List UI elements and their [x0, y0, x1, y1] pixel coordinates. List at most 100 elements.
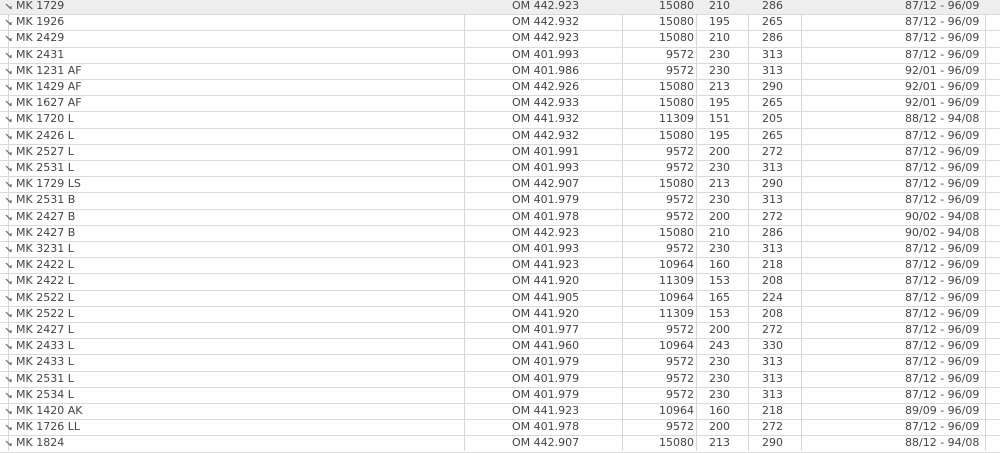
displacement-cell: 10964: [659, 339, 694, 353]
tree-branch-icon: [5, 376, 12, 383]
engine-code-cell: OM 442.926: [512, 80, 580, 93]
displacement-cell: 10964: [659, 258, 694, 272]
tree-branch-icon: [5, 295, 12, 302]
table-row[interactable]: MK 2426 L OM 442.932 15080 195 265 87/12 - 96…: [0, 128, 1000, 144]
tree-branch-icon: [5, 100, 12, 107]
table-row[interactable]: MK 1720 L OM 441.932 11309 151 205 88/12 - 94…: [0, 111, 1000, 127]
engine-code-cell: OM 401.979: [512, 355, 580, 369]
engine-code-cell: OM 401.993: [512, 242, 580, 255]
engine-code-cell: OM 442.923: [512, 0, 580, 12]
displacement-cell: 9572: [666, 144, 694, 158]
tree-branch-icon: [5, 3, 12, 10]
model-name-cell: MK 2531 L: [16, 371, 74, 385]
hp-cell: 286: [762, 31, 783, 45]
kw-cell: 230: [709, 47, 730, 61]
tree-branch-icon: [5, 181, 12, 188]
production-years-cell: 87/12 - 96/09: [905, 144, 980, 158]
table-row[interactable]: MK 2534 L OM 401.979 9572 230 313 87/12 - 96/…: [0, 387, 1000, 403]
engine-code-cell: OM 441.920: [512, 274, 580, 288]
tree-branch-icon: [5, 408, 12, 415]
kw-cell: 213: [709, 177, 730, 191]
displacement-cell: 9572: [666, 242, 694, 255]
kw-cell: 200: [709, 144, 730, 158]
production-years-cell: 87/12 - 96/09: [905, 193, 980, 207]
table-row[interactable]: MK 2427 L OM 401.977 9572 200 272 87/12 - 96/…: [0, 322, 1000, 338]
model-name-cell: MK 2522 L: [16, 290, 74, 304]
model-name-cell: MK 1720 L: [16, 112, 74, 126]
tree-branch-icon: [5, 133, 12, 140]
kw-cell: 151: [709, 112, 730, 126]
hp-cell: 290: [762, 80, 783, 93]
hp-cell: 330: [762, 339, 783, 353]
table-row[interactable]: MK 2427 B OM 442.923 15080 210 286 90/02 - 94…: [0, 225, 1000, 241]
tree-branch-icon: [5, 197, 12, 204]
production-years-cell: 87/12 - 96/09: [905, 15, 980, 29]
engine-code-cell: OM 401.978: [512, 209, 580, 223]
kw-cell: 200: [709, 209, 730, 223]
hp-cell: 313: [762, 63, 783, 77]
table-row[interactable]: MK 1726 LL OM 401.978 9572 200 272 87/12 - 96…: [0, 419, 1000, 435]
tree-branch-icon: [5, 68, 12, 75]
table-row[interactable]: MK 1729 OM 442.923 15080 210 286 87/12 - 96/0…: [0, 0, 1000, 14]
production-years-cell: 87/12 - 96/09: [905, 306, 980, 320]
kw-cell: 195: [709, 128, 730, 142]
model-name-cell: MK 3231 L: [16, 242, 74, 255]
hp-cell: 272: [762, 209, 783, 223]
hp-cell: 265: [762, 128, 783, 142]
tree-branch-icon: [5, 246, 12, 253]
engine-code-cell: OM 401.986: [512, 63, 580, 77]
displacement-cell: 15080: [659, 96, 694, 110]
hp-cell: 205: [762, 112, 783, 126]
engine-code-cell: OM 401.993: [512, 47, 580, 61]
table-row[interactable]: MK 3231 L OM 401.993 9572 230 313 87/12 - 96/…: [0, 241, 1000, 257]
engine-code-cell: OM 442.923: [512, 225, 580, 239]
table-row[interactable]: MK 2431 OM 401.993 9572 230 313 87/12 - 96/09: [0, 47, 1000, 63]
production-years-cell: 92/01 - 96/09: [905, 63, 980, 77]
table-row[interactable]: MK 1231 AF OM 401.986 9572 230 313 92/01 - 96…: [0, 63, 1000, 79]
model-name-cell: MK 2433 L: [16, 339, 74, 353]
kw-cell: 200: [709, 323, 730, 336]
displacement-cell: 9572: [666, 420, 694, 434]
displacement-cell: 9572: [666, 323, 694, 336]
production-years-cell: 92/01 - 96/09: [905, 80, 980, 93]
model-name-cell: MK 2431: [16, 47, 65, 61]
engine-code-cell: OM 442.932: [512, 128, 580, 142]
production-years-cell: 90/02 - 94/08: [905, 209, 980, 223]
table-row[interactable]: MK 1627 AF OM 442.933 15080 195 265 92/01 - 9…: [0, 95, 1000, 111]
table-row[interactable]: MK 1926 OM 442.932 15080 195 265 87/12 - 96/0…: [0, 14, 1000, 30]
table-row[interactable]: MK 1420 AK OM 441.923 10964 160 218 89/09 - 9…: [0, 403, 1000, 419]
kw-cell: 165: [709, 290, 730, 304]
table-row[interactable]: MK 2531 L OM 401.979 9572 230 313 87/12 - 96/…: [0, 371, 1000, 387]
kw-cell: 230: [709, 63, 730, 77]
tree-branch-icon: [5, 35, 12, 42]
table-row[interactable]: MK 2531 L OM 401.993 9572 230 313 87/12 - 96/…: [0, 160, 1000, 176]
engine-code-cell: OM 401.979: [512, 387, 580, 401]
production-years-cell: 87/12 - 96/09: [905, 242, 980, 255]
table-row[interactable]: MK 2422 L OM 441.923 10964 160 218 87/12 - 96…: [0, 257, 1000, 273]
table-row[interactable]: MK 2433 L OM 401.979 9572 230 313 87/12 - 96/…: [0, 354, 1000, 370]
table-row[interactable]: MK 2527 L OM 401.991 9572 200 272 87/12 - 96/…: [0, 144, 1000, 160]
production-years-cell: 87/12 - 96/09: [905, 258, 980, 272]
displacement-cell: 9572: [666, 209, 694, 223]
table-row[interactable]: MK 2522 L OM 441.905 10964 165 224 87/12 - 96…: [0, 290, 1000, 306]
table-row[interactable]: MK 2422 L OM 441.920 11309 153 208 87/12 - 96…: [0, 273, 1000, 289]
hp-cell: 265: [762, 96, 783, 110]
table-row[interactable]: MK 2531 B OM 401.979 9572 230 313 87/12 - 96/…: [0, 192, 1000, 208]
table-row[interactable]: MK 2427 B OM 401.978 9572 200 272 90/02 - 94/…: [0, 209, 1000, 225]
engine-code-cell: OM 441.905: [512, 290, 580, 304]
engine-code-cell: OM 442.932: [512, 15, 580, 29]
model-name-cell: MK 1824: [16, 436, 65, 450]
tree-branch-icon: [5, 359, 12, 366]
hp-cell: 218: [762, 404, 783, 417]
production-years-cell: 87/12 - 96/09: [905, 0, 980, 12]
hp-cell: 272: [762, 420, 783, 434]
kw-cell: 230: [709, 193, 730, 207]
table-row[interactable]: MK 2522 L OM 441.920 11309 153 208 87/12 - 96…: [0, 306, 1000, 322]
table-row[interactable]: MK 2429 OM 442.923 15080 210 286 87/12 - 96/0…: [0, 30, 1000, 46]
table-row[interactable]: MK 1824 OM 442.907 15080 213 290 88/12 - 94/0…: [0, 435, 1000, 451]
table-row[interactable]: MK 1429 AF OM 442.926 15080 213 290 92/01 - 9…: [0, 79, 1000, 95]
displacement-cell: 9572: [666, 387, 694, 401]
table-row[interactable]: MK 2433 L OM 441.960 10964 243 330 87/12 - 96…: [0, 338, 1000, 354]
table-row[interactable]: MK 1729 LS OM 442.907 15080 213 290 87/12 - 9…: [0, 176, 1000, 192]
displacement-cell: 9572: [666, 47, 694, 61]
